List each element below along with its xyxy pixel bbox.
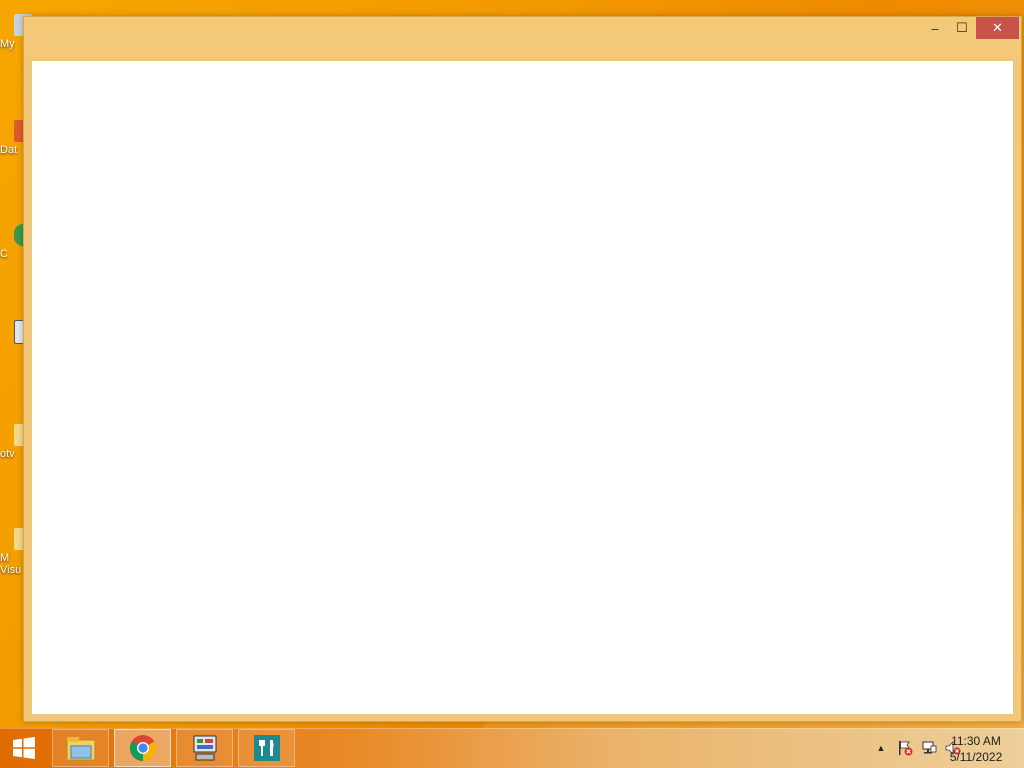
start-button[interactable] bbox=[0, 728, 48, 768]
control-panel-icon bbox=[193, 735, 216, 761]
chevron-up-icon: ▲ bbox=[876, 743, 886, 753]
window-titlebar[interactable]: – ☐ ✕ bbox=[24, 17, 1021, 59]
flag-alert-icon bbox=[899, 741, 913, 756]
clock[interactable]: 11:30 AM 5/11/2022 bbox=[940, 733, 1012, 765]
restaurant-app-icon bbox=[253, 735, 280, 761]
action-center-button[interactable] bbox=[896, 740, 914, 756]
maximize-button[interactable]: ☐ bbox=[949, 17, 975, 39]
network-button[interactable] bbox=[920, 740, 938, 756]
close-button[interactable]: ✕ bbox=[976, 17, 1019, 39]
system-tray: ▲ 11:30 AM 5/11/2022 bbox=[824, 728, 1024, 768]
chrome-icon bbox=[129, 735, 156, 762]
close-icon: ✕ bbox=[992, 20, 1003, 35]
maximize-icon: ☐ bbox=[956, 20, 968, 35]
minimize-icon: – bbox=[931, 20, 939, 36]
taskbar-restaurant-app[interactable] bbox=[238, 729, 295, 767]
taskbar-control-panel[interactable] bbox=[176, 729, 233, 767]
windows-logo-icon bbox=[13, 737, 35, 759]
clock-date: 5/11/2022 bbox=[949, 750, 1003, 764]
show-hidden-icons-button[interactable]: ▲ bbox=[872, 740, 890, 756]
taskbar: ▲ 11:30 AM 5/11/2022 bbox=[0, 728, 1024, 768]
file-explorer-icon bbox=[66, 737, 95, 761]
taskbar-chrome[interactable] bbox=[114, 729, 171, 767]
taskbar-file-explorer[interactable] bbox=[52, 729, 109, 767]
minimize-button[interactable]: – bbox=[921, 17, 949, 39]
app-window[interactable]: – ☐ ✕ bbox=[23, 16, 1022, 722]
network-icon bbox=[922, 741, 937, 754]
clock-time: 11:30 AM bbox=[951, 734, 1001, 748]
window-client-area[interactable] bbox=[31, 60, 1014, 715]
